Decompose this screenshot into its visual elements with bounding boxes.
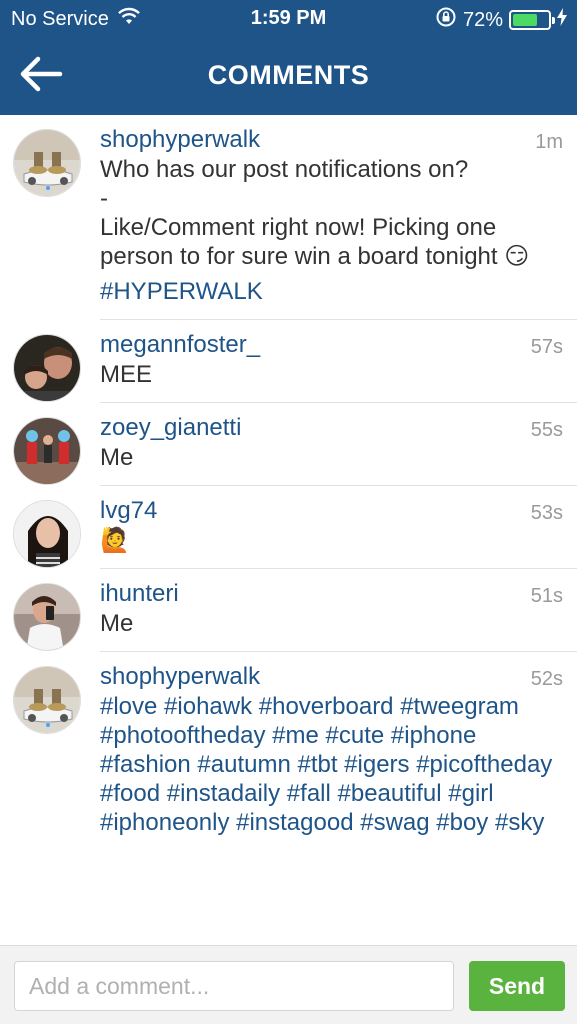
comment-text: Me: [100, 610, 134, 637]
comment-time: 57s: [530, 336, 563, 358]
rotation-lock-icon: [435, 6, 457, 34]
avatar[interactable]: [13, 583, 81, 651]
comment-username[interactable]: shophyperwalk: [100, 662, 260, 692]
avatar[interactable]: [13, 129, 81, 197]
battery-icon: [509, 10, 555, 30]
comment-body: shophyperwalk Who has our post notificat…: [100, 125, 563, 306]
comment-username[interactable]: ihunteri: [100, 579, 179, 609]
comment-item: 53s lvg74 🙋: [0, 486, 577, 569]
comment-body: ihunteri Me: [100, 579, 563, 638]
page-title: COMMENTS: [207, 60, 370, 90]
comment-time: 52s: [530, 668, 563, 690]
comment-item: 1m shophyperwalk Who has our post notifi…: [0, 115, 577, 320]
top-bar: No Service 1:59 PM 72% COMMENTS: [0, 0, 577, 115]
comment-time: 55s: [530, 419, 563, 441]
comment-time: 51s: [530, 585, 563, 607]
avatar[interactable]: [13, 417, 81, 485]
comment-text: Me: [100, 444, 134, 471]
comment-username[interactable]: lvg74: [100, 496, 157, 526]
comment-text: 🙋: [100, 527, 130, 554]
comment-item: 57s megannfoster_ MEE: [0, 320, 577, 403]
send-button[interactable]: Send: [469, 961, 565, 1011]
comment-input[interactable]: [14, 961, 454, 1011]
comment-username[interactable]: shophyperwalk: [100, 125, 260, 155]
comment-item: 51s ihunteri Me: [0, 569, 577, 652]
comment-list[interactable]: 1m shophyperwalk Who has our post notifi…: [0, 115, 577, 945]
comment-body: zoey_gianetti Me: [100, 413, 563, 472]
comment-username[interactable]: megannfoster_: [100, 330, 260, 360]
comment-body: shophyperwalk #love #iohawk #hoverboard …: [100, 662, 563, 837]
avatar[interactable]: [13, 334, 81, 402]
comment-hashtags[interactable]: #HYPERWALK: [100, 277, 563, 306]
charging-bolt-icon: [557, 8, 567, 32]
comment-body: lvg74 🙋: [100, 496, 563, 555]
comment-item: 55s zoey_gianetti Me: [0, 403, 577, 486]
avatar[interactable]: [13, 500, 81, 568]
comment-item: 52s shophyperwalk #love #iohawk #hoverbo…: [0, 652, 577, 851]
comment-username[interactable]: zoey_gianetti: [100, 413, 241, 443]
comment-body: megannfoster_ MEE: [100, 330, 563, 389]
comment-time: 1m: [535, 131, 563, 153]
nav-bar: COMMENTS: [0, 38, 577, 115]
comment-text: MEE: [100, 361, 153, 388]
comment-hashtags[interactable]: #love #iohawk #hoverboard #tweegram #pho…: [100, 692, 563, 837]
battery-percent: 72%: [462, 8, 503, 31]
comment-time: 53s: [530, 502, 563, 524]
status-right: 72%: [435, 6, 567, 34]
avatar[interactable]: [13, 666, 81, 734]
battery-fill: [513, 14, 538, 26]
comment-text: Who has our post notifications on? - Lik…: [100, 156, 530, 270]
comment-input-bar: Send: [0, 945, 577, 1024]
status-bar: No Service 1:59 PM 72%: [0, 0, 577, 38]
